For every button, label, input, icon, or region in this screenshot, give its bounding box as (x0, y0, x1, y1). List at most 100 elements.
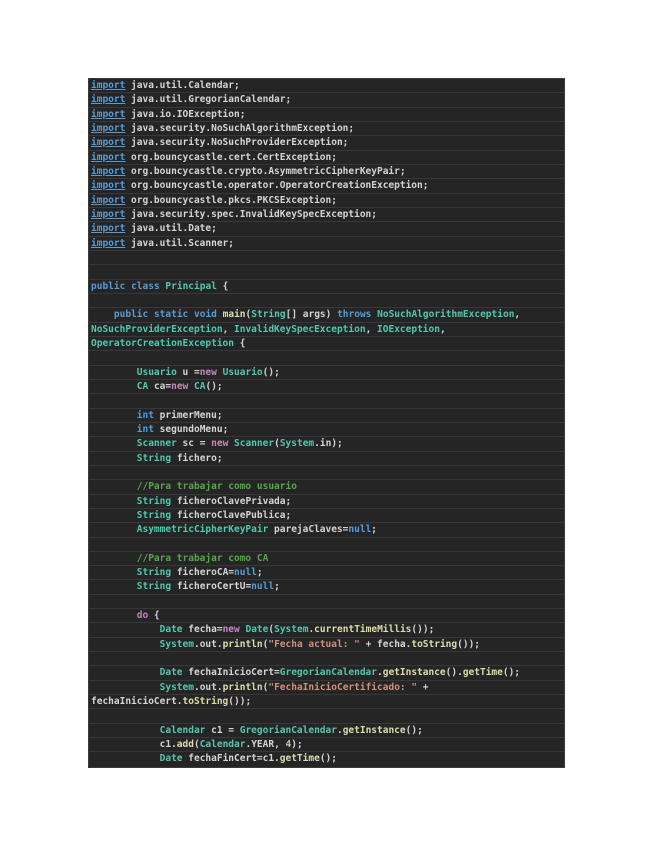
code-line: import java.util.Calendar; (89, 79, 564, 93)
code-token-type: String (137, 510, 171, 521)
code-token-pln: java.security.spec.InvalidKeySpecExcepti… (125, 209, 377, 220)
code-token-pln: ficheroClavePublica; (171, 510, 291, 521)
code-token-kw: null (234, 567, 257, 578)
code-token-pln: java.security.NoSuchProviderException; (125, 137, 348, 148)
code-token-meth: main (223, 309, 246, 320)
code-line: public static void main(String[] args) t… (89, 308, 564, 322)
code-token-type: Calendar (160, 725, 206, 736)
code-token-pln: , (366, 324, 377, 335)
code-token-meth: toString (183, 696, 229, 707)
code-line: fechaInicioCert.toString()); (89, 695, 564, 709)
code-token-pln (91, 453, 137, 464)
code-token-pln (91, 496, 137, 507)
code-token-ctl: new (223, 624, 240, 635)
code-line: String fichero; (89, 452, 564, 466)
code-line (89, 351, 564, 365)
code-token-pln: primerMenu; (154, 410, 223, 421)
code-token-type: Date (160, 667, 183, 678)
code-token-type: String (137, 567, 171, 578)
code-line: NoSuchProviderException, InvalidKeySpecE… (89, 323, 564, 337)
code-token-pln: fecha= (183, 624, 223, 635)
code-token-pln: .YEAR, (245, 739, 285, 750)
code-token-pln: { (234, 338, 245, 349)
code-token-pln: ficheroCA= (171, 567, 234, 578)
code-token-type: Date (160, 753, 183, 764)
import-keyword: import (91, 166, 125, 177)
import-keyword: import (91, 123, 125, 134)
code-token-pln: java.util.Scanner; (125, 238, 234, 249)
code-token-ctl: do (137, 610, 148, 621)
import-keyword: import (91, 152, 125, 163)
code-line: String ficheroClavePrivada; (89, 495, 564, 509)
code-token-pln: segundoMenu; (154, 424, 228, 435)
code-line: import org.bouncycastle.crypto.Asymmetri… (89, 165, 564, 179)
import-keyword: import (91, 94, 125, 105)
code-token-pln (91, 367, 137, 378)
code-token-meth: println (223, 682, 263, 693)
code-token-meth: println (223, 639, 263, 650)
code-token-type: Usuario (137, 367, 177, 378)
import-keyword: import (91, 195, 125, 206)
code-token-pln (91, 510, 137, 521)
code-token-pln: fechaFinCert=c1. (183, 753, 280, 764)
code-line: import java.util.Date; (89, 222, 564, 236)
code-line: Calendar c1 = GregorianCalendar.getInsta… (89, 724, 564, 738)
code-token-type: IOException (377, 324, 440, 335)
code-token-pln: org.bouncycastle.pkcs.PKCSException; (125, 195, 337, 206)
code-token-ctl: new (211, 438, 228, 449)
code-token-type: String (137, 581, 171, 592)
code-token-pln: u = (177, 367, 200, 378)
code-token-str: "FechaInicioCertificado: " (268, 682, 417, 693)
code-token-type: Principal (165, 281, 216, 292)
code-token-pln: ()); (457, 639, 480, 650)
code-line: int primerMenu; (89, 409, 564, 423)
code-token-pln: .out. (194, 639, 223, 650)
code-token-pln: ficheroClavePrivada; (171, 496, 291, 507)
code-line: OperatorCreationException { (89, 337, 564, 351)
code-line (89, 251, 564, 265)
code-token-type: Scanner (137, 438, 177, 449)
import-keyword: import (91, 223, 125, 234)
code-token-type: System (160, 682, 194, 693)
code-token-pln: java.util.GregorianCalendar; (125, 94, 291, 105)
code-token-ctl: new (200, 367, 217, 378)
code-token-pln (91, 553, 137, 564)
code-token-pln: .out. (194, 682, 223, 693)
code-token-type: CA (194, 381, 205, 392)
code-token-pln (91, 438, 137, 449)
code-token-pln: c1 = (205, 725, 239, 736)
code-line (89, 265, 564, 279)
code-token-pln: ()); (228, 696, 251, 707)
code-line (89, 538, 564, 552)
code-line: import java.util.GregorianCalendar; (89, 93, 564, 107)
code-token-pln: org.bouncycastle.cert.CertException; (125, 152, 337, 163)
code-line: import org.bouncycastle.cert.CertExcepti… (89, 151, 564, 165)
code-token-pln: ; (257, 567, 263, 578)
code-token-pln: (); (503, 667, 520, 678)
code-token-type: System (160, 639, 194, 650)
code-token-pln: org.bouncycastle.crypto.AsymmetricCipher… (125, 166, 405, 177)
code-token-pln: fechaInicioCert. (91, 696, 183, 707)
code-token-kw: null (348, 524, 371, 535)
code-token-pln (91, 682, 160, 693)
code-token-type: Date (160, 624, 183, 635)
code-token-pln: (); (406, 725, 423, 736)
code-token-meth: add (177, 739, 194, 750)
code-line: Date fechaFinCert=c1.getTime(); (89, 752, 564, 766)
code-token-pln: parejaClaves= (268, 524, 348, 535)
code-token-type: Usuario (223, 367, 263, 378)
code-line: Date fecha=new Date(System.currentTimeMi… (89, 623, 564, 637)
code-token-pln: , (440, 324, 446, 335)
code-token-pln: , (223, 324, 234, 335)
code-token-pln: ca= (148, 381, 171, 392)
code-block: import java.util.Calendar;import java.ut… (88, 78, 565, 768)
code-token-pln: c1. (91, 739, 177, 750)
code-line (89, 294, 564, 308)
code-line: AsymmetricCipherKeyPair parejaClaves=nul… (89, 523, 564, 537)
code-token-type: NoSuchAlgorithmException (377, 309, 514, 320)
code-token-pln (91, 610, 137, 621)
code-line: import java.security.NoSuchProviderExcep… (89, 136, 564, 150)
code-token-type: GregorianCalendar (240, 725, 337, 736)
code-token-kw: void (194, 309, 217, 320)
code-line (89, 394, 564, 408)
